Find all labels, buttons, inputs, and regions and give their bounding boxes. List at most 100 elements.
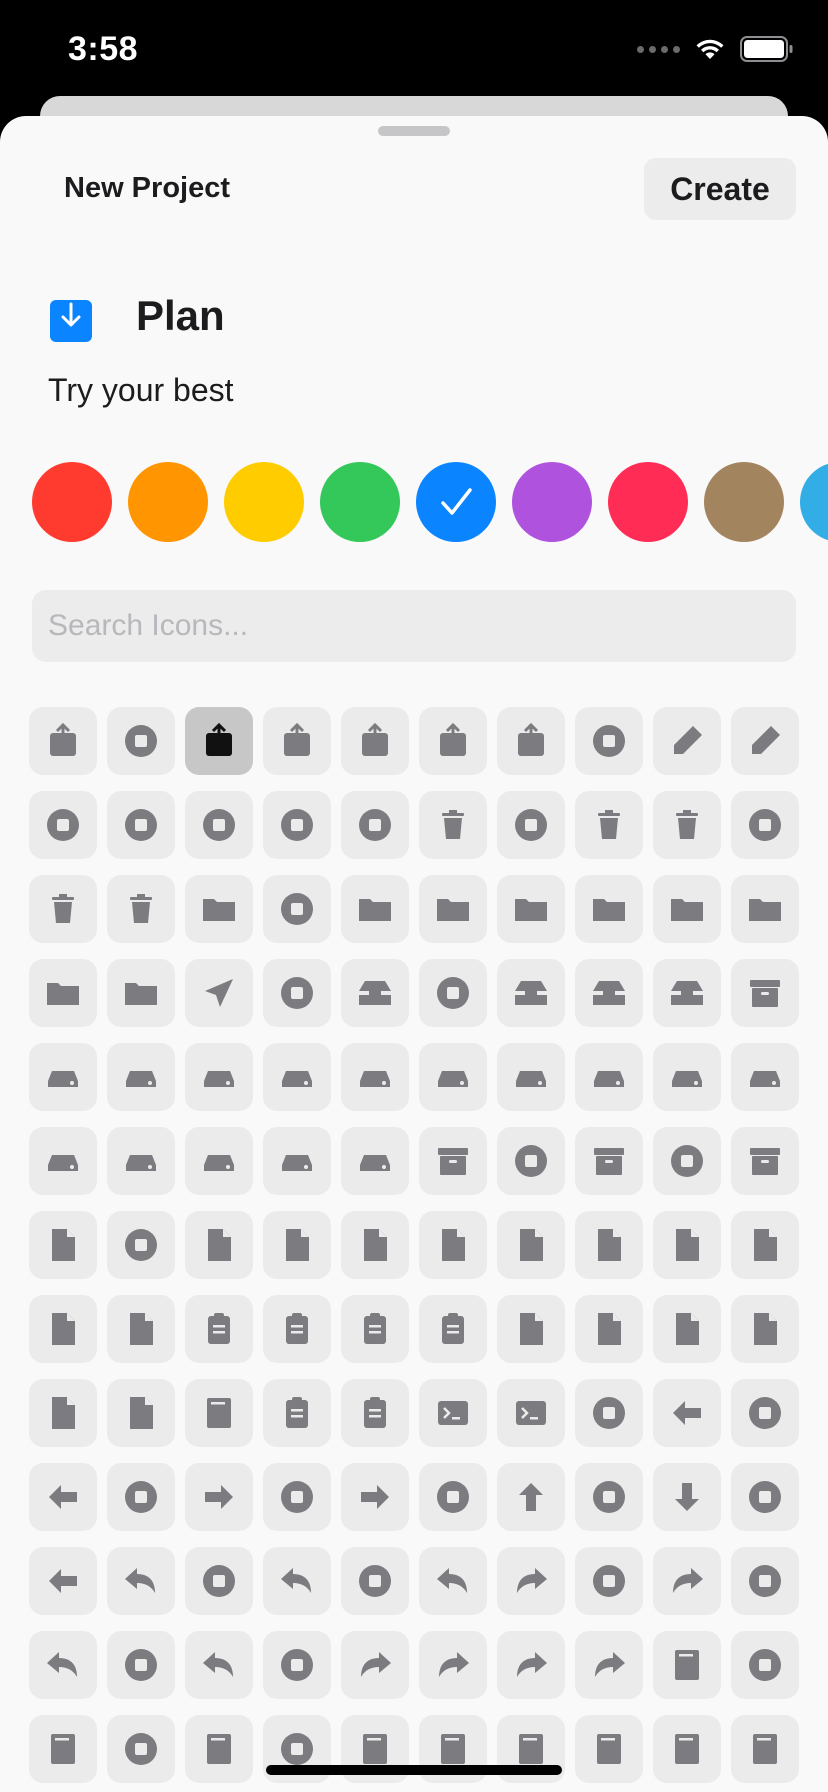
icon-option-arrowshape-reply-all-alt[interactable] — [185, 1631, 253, 1699]
icon-option-trash-square[interactable] — [575, 791, 643, 859]
project-description-field[interactable] — [48, 372, 648, 409]
icon-option-arrowshape-turn-up-right-alt[interactable] — [653, 1547, 721, 1615]
icon-option-drive-cloud[interactable] — [731, 1043, 799, 1111]
icon-option-trash-slash-circle[interactable] — [731, 791, 799, 859]
icon-option-arrow-right-circle-alt[interactable] — [419, 1463, 487, 1531]
color-swatch-purple[interactable] — [512, 462, 592, 542]
icon-option-viewfinder-book[interactable] — [575, 1715, 643, 1783]
icon-option-archivebox[interactable] — [419, 1127, 487, 1195]
icon-option-calendar-circle[interactable] — [575, 1379, 643, 1447]
icon-option-drive-exclamation[interactable] — [497, 1043, 565, 1111]
icon-option-arrowshape-reply-all-circle[interactable] — [107, 1631, 175, 1699]
icon-option-folder-dots-plus[interactable] — [653, 875, 721, 943]
icon-option-clipboard[interactable] — [263, 1295, 331, 1363]
icon-option-books-vertical[interactable] — [29, 1715, 97, 1783]
icon-option-drive-grille[interactable] — [185, 1127, 253, 1195]
icon-option-drive-check[interactable] — [263, 1043, 331, 1111]
icon-option-doc-waveform[interactable] — [731, 1295, 799, 1363]
icon-option-doc-append[interactable] — [107, 1379, 175, 1447]
icon-option-a-circle-arrow[interactable] — [341, 791, 409, 859]
color-swatch-green[interactable] — [320, 462, 400, 542]
icon-option-arrow-up[interactable] — [497, 1463, 565, 1531]
icon-option-archivebox-arrow-up[interactable] — [731, 1127, 799, 1195]
icon-option-newspaper[interactable] — [731, 1715, 799, 1783]
create-button[interactable]: Create — [644, 158, 796, 220]
icon-option-arrowshape-turn-up-left-circle-alt[interactable] — [341, 1547, 409, 1615]
icon-option-folder-plus-alt[interactable] — [29, 959, 97, 1027]
icon-option-tray-circle[interactable] — [419, 959, 487, 1027]
icon-option-drive-clock[interactable] — [107, 1127, 175, 1195]
icon-option-book-pages[interactable] — [185, 1379, 253, 1447]
icon-option-trash-slash[interactable] — [653, 791, 721, 859]
icon-option-archivebox-xmark-circle[interactable] — [653, 1127, 721, 1195]
icon-option-drive-plus[interactable] — [107, 1043, 175, 1111]
icon-option-drive-wifi[interactable] — [653, 1043, 721, 1111]
icon-option-folder-plus[interactable] — [341, 875, 409, 943]
icon-option-stack-arrow-down[interactable] — [341, 707, 409, 775]
icon-option-square-arrow-down[interactable] — [185, 707, 253, 775]
icon-option-archivebox-xmark[interactable] — [575, 1127, 643, 1195]
icon-option-book-circle[interactable] — [731, 1631, 799, 1699]
icon-option-trash-arrow-up[interactable] — [107, 875, 175, 943]
icon-option-pencil-circle[interactable] — [575, 707, 643, 775]
icon-option-paperplane-circle[interactable] — [263, 959, 331, 1027]
icon-option-tray-arrow-up[interactable] — [575, 959, 643, 1027]
sheet-grabber[interactable] — [378, 126, 450, 136]
icon-option-circle-arrow-up[interactable] — [107, 707, 175, 775]
icon-option-arrow-left-circle[interactable] — [731, 1379, 799, 1447]
icon-option-folder[interactable] — [185, 875, 253, 943]
icon-option-doc-lock[interactable] — [575, 1211, 643, 1279]
icon-option-arrow-right-alt[interactable] — [341, 1463, 409, 1531]
icon-option-drive-minus[interactable] — [185, 1043, 253, 1111]
icon-option-doc-arrow-up[interactable] — [263, 1211, 331, 1279]
icon-option-arrow-up-circle[interactable] — [575, 1463, 643, 1531]
icon-option-arrowshape-reply-all-circle-alt[interactable] — [263, 1631, 331, 1699]
color-swatch-yellow[interactable] — [224, 462, 304, 542]
icon-option-doc-richtext[interactable] — [497, 1295, 565, 1363]
icon-option-folder-gear[interactable] — [731, 875, 799, 943]
icon-option-doc-arrow-down[interactable] — [731, 1211, 799, 1279]
icon-option-arrowshape-clock[interactable] — [419, 1547, 487, 1615]
icon-option-arrowshape-reply-all[interactable] — [29, 1631, 97, 1699]
icon-option-arrowshape-turn-up-left[interactable] — [107, 1547, 175, 1615]
icon-option-folder-person[interactable] — [575, 875, 643, 943]
icon-option-folder-question[interactable] — [497, 875, 565, 943]
icon-option-drive-person[interactable] — [575, 1043, 643, 1111]
icon-option-rect-arrow-right[interactable] — [419, 707, 487, 775]
color-swatch-blue[interactable] — [416, 462, 496, 542]
icon-option-tray-full[interactable] — [497, 959, 565, 1027]
icon-option-rect-arrow-right-fill[interactable] — [497, 707, 565, 775]
icon-option-eraser-line[interactable] — [731, 707, 799, 775]
icon-option-arrowshape-turn-up-left-alt[interactable] — [263, 1547, 331, 1615]
icon-option-list-bullet-rect[interactable] — [263, 1379, 331, 1447]
color-swatch-pink[interactable] — [608, 462, 688, 542]
icon-option-book-closed[interactable] — [185, 1715, 253, 1783]
color-swatch-brown[interactable] — [704, 462, 784, 542]
color-swatch-cyan[interactable] — [800, 462, 828, 542]
icon-option-arrowshape-turn-up-right-circle[interactable] — [575, 1547, 643, 1615]
icon-option-arrow-left-right[interactable] — [29, 1547, 97, 1615]
icon-option-terminal-stack[interactable] — [497, 1379, 565, 1447]
icon-option-trash-slash-square[interactable] — [29, 875, 97, 943]
icon-option-doc-clock[interactable] — [419, 1211, 487, 1279]
icon-option-arrow-left-fill[interactable] — [29, 1463, 97, 1531]
icon-option-arrowshape-bounce-right-alt[interactable] — [419, 1631, 487, 1699]
icon-option-doc-questionmark[interactable] — [29, 1379, 97, 1447]
icon-option-a-circle[interactable] — [107, 791, 175, 859]
icon-option-stack-arrow-up[interactable] — [263, 707, 331, 775]
icon-option-doc-gear[interactable] — [497, 1211, 565, 1279]
project-name-field[interactable] — [136, 292, 636, 340]
icon-option-doc[interactable] — [29, 1211, 97, 1279]
icon-option-list-bullet-rect-alt[interactable] — [341, 1379, 409, 1447]
icon-option-drive-slot[interactable] — [263, 1127, 331, 1195]
icon-option-questionmark-folder[interactable] — [107, 959, 175, 1027]
icon-option-doc-plaintext[interactable] — [575, 1295, 643, 1363]
icon-option-doc-on-doc[interactable] — [107, 1295, 175, 1363]
icon-option-drive[interactable] — [29, 1043, 97, 1111]
icon-option-book[interactable] — [653, 1631, 721, 1699]
icon-option-books-circle[interactable] — [107, 1715, 175, 1783]
icon-option-arrow-right[interactable] — [185, 1463, 253, 1531]
icon-option-arrow-right-circle[interactable] — [263, 1463, 331, 1531]
icon-option-folder-minus[interactable] — [419, 875, 487, 943]
icon-option-doc-ellipsis[interactable] — [341, 1211, 409, 1279]
